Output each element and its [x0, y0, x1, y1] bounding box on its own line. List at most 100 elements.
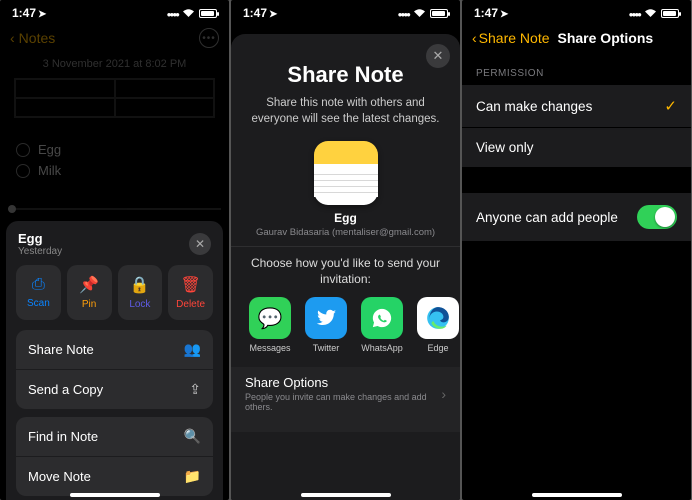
- close-button[interactable]: ✕: [189, 233, 211, 255]
- checkbox-icon[interactable]: [16, 164, 30, 178]
- invite-prompt: Choose how you'd like to send your invit…: [245, 255, 446, 287]
- twitter-icon: [305, 297, 347, 339]
- permission-can-change[interactable]: Can make changes ✓: [462, 85, 691, 128]
- folder-icon: 📁: [184, 468, 201, 485]
- screen-notes-context-menu: 1:47➤ ‹ Notes ••• 3 November 2021 at 8:0…: [0, 0, 229, 500]
- list-item-label: Egg: [38, 142, 61, 157]
- toggle-switch[interactable]: [637, 205, 677, 229]
- whatsapp-icon: [361, 297, 403, 339]
- sheet-subtitle: Yesterday: [18, 246, 62, 257]
- action-label: Scan: [27, 298, 50, 309]
- sheet-menu-group: Find in Note 🔍 Move Note📁: [16, 417, 213, 496]
- note-table: [14, 78, 215, 118]
- battery-icon: [199, 9, 217, 18]
- status-bar: 1:47➤: [231, 0, 460, 22]
- spacer: [462, 167, 691, 193]
- action-label: Delete: [176, 299, 205, 310]
- app-label: Twitter: [313, 343, 340, 353]
- delete-button[interactable]: 🗑 Delete: [168, 265, 213, 320]
- trash-icon: 🗑: [180, 275, 200, 295]
- screen-share-options: 1:47➤ ‹Share Note Share Options PERMISSI…: [462, 0, 691, 500]
- app-messages[interactable]: 💬Messages: [247, 297, 293, 353]
- sheet-description: Share this note with others and everyone…: [245, 96, 446, 127]
- action-label: Pin: [82, 299, 96, 310]
- status-time: 1:47: [12, 6, 36, 20]
- audio-scrubber[interactable]: [8, 208, 221, 210]
- cell-label: Can make changes: [476, 99, 592, 114]
- close-button[interactable]: ✕: [426, 44, 450, 68]
- share-options-subtitle: People you invite can make changes and a…: [245, 392, 441, 412]
- status-bar: 1:47➤: [0, 0, 229, 22]
- wifi-icon: [182, 8, 195, 18]
- location-icon: ➤: [269, 9, 277, 20]
- app-label: WhatsApp: [361, 343, 403, 353]
- pin-icon: 📌: [79, 275, 99, 295]
- list-item-label: Milk: [38, 163, 61, 178]
- battery-icon: [661, 9, 679, 18]
- search-icon: 🔍: [184, 428, 201, 445]
- screen-share-note: 1:47➤ ✕ Share Note Share this note with …: [231, 0, 460, 500]
- checkmark-icon: ✓: [664, 97, 677, 115]
- cell-label: Anyone can add people: [476, 210, 618, 225]
- lock-button[interactable]: 🔒Lock: [118, 265, 163, 320]
- permission-group: Can make changes ✓ View only: [462, 85, 691, 167]
- location-icon: ➤: [500, 9, 508, 20]
- note-background-dimmed: ‹ Notes ••• 3 November 2021 at 8:02 PM E…: [0, 22, 229, 210]
- location-icon: ➤: [38, 9, 46, 20]
- back-button[interactable]: ‹ Notes: [10, 30, 55, 46]
- share-options-title: Share Options: [245, 375, 441, 390]
- edge-icon: [417, 297, 459, 339]
- wifi-icon: [413, 8, 426, 18]
- share-icon: ⇪: [189, 381, 201, 398]
- app-label: Edge: [427, 343, 448, 353]
- chevron-left-icon: ‹: [472, 30, 477, 46]
- note-name: Egg: [245, 211, 446, 225]
- back-button[interactable]: ‹Share Note: [472, 30, 550, 46]
- app-whatsapp[interactable]: WhatsApp: [359, 297, 405, 353]
- cell-label: View only: [476, 140, 534, 155]
- move-note-item[interactable]: Move Note📁: [16, 457, 213, 496]
- find-in-note-item[interactable]: Find in Note 🔍: [16, 417, 213, 457]
- nav-bar: ‹Share Note Share Options: [462, 22, 691, 54]
- share-note-item[interactable]: Share Note 👥: [16, 330, 213, 370]
- app-edge[interactable]: Edge: [415, 297, 460, 353]
- home-indicator[interactable]: [70, 493, 160, 497]
- anyone-can-add-toggle-row[interactable]: Anyone can add people: [462, 193, 691, 241]
- note-owner: Gaurav Bidasaria (mentaliser@gmail.com): [245, 227, 446, 238]
- list-item[interactable]: Egg: [16, 142, 213, 157]
- sheet-menu-group: Share Note 👥 Send a Copy⇪: [16, 330, 213, 409]
- anyone-group: Anyone can add people: [462, 193, 691, 241]
- app-share-row[interactable]: 💬Messages Twitter WhatsApp Edge: [245, 297, 446, 357]
- note-date: 3 November 2021 at 8:02 PM: [0, 58, 229, 70]
- scan-icon: ⎙: [32, 276, 45, 294]
- home-indicator[interactable]: [301, 493, 391, 497]
- menu-label: Find in Note: [28, 429, 98, 444]
- back-label: Notes: [19, 30, 56, 46]
- permission-view-only[interactable]: View only: [462, 128, 691, 167]
- context-sheet: Egg Yesterday ✕ ⎙ Scan 📌 Pin 🔒Lock 🗑 Delete…: [6, 221, 223, 500]
- pin-button[interactable]: 📌 Pin: [67, 265, 112, 320]
- battery-icon: [430, 9, 448, 18]
- quick-actions: ⎙ Scan 📌 Pin 🔒Lock 🗑 Delete: [6, 265, 223, 330]
- section-header: PERMISSION: [462, 54, 691, 85]
- collaborate-icon: 👥: [184, 341, 201, 358]
- action-label: Lock: [129, 299, 150, 310]
- share-options-row[interactable]: Share Options People you invite can make…: [231, 367, 460, 432]
- scan-button[interactable]: ⎙ Scan: [16, 265, 61, 320]
- list-item[interactable]: Milk: [16, 163, 213, 178]
- signal-icon: [167, 6, 178, 20]
- back-label: Share Note: [479, 30, 550, 46]
- more-menu-button[interactable]: •••: [199, 28, 219, 48]
- divider: [231, 246, 460, 247]
- notes-app-icon: [314, 141, 378, 205]
- home-indicator[interactable]: [532, 493, 622, 497]
- send-copy-item[interactable]: Send a Copy⇪: [16, 370, 213, 409]
- app-twitter[interactable]: Twitter: [303, 297, 349, 353]
- menu-label: Share Note: [28, 342, 94, 357]
- sheet-title: Egg: [18, 231, 62, 246]
- note-checklist: Egg Milk: [0, 126, 229, 194]
- app-label: Messages: [249, 343, 290, 353]
- signal-icon: [398, 6, 409, 20]
- status-time: 1:47: [474, 6, 498, 20]
- checkbox-icon[interactable]: [16, 143, 30, 157]
